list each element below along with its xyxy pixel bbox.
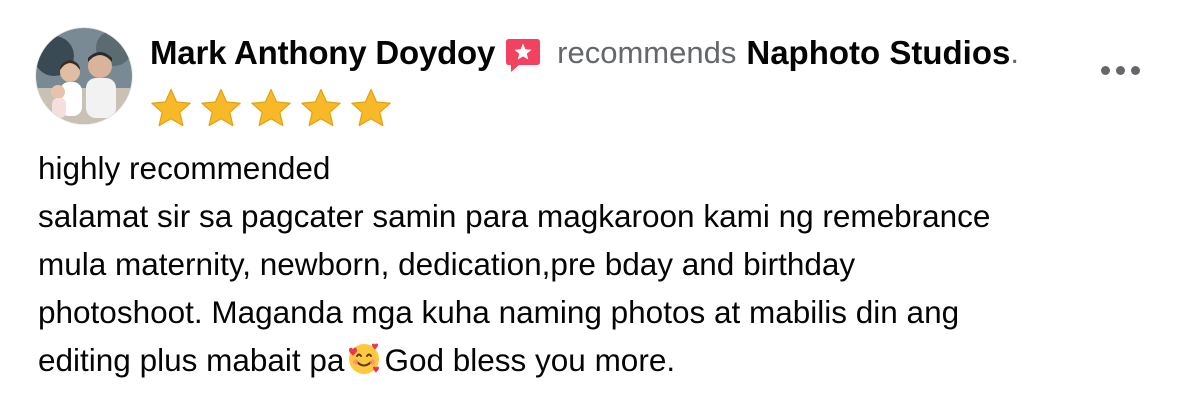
review-text-after-emoji: God bless you more. bbox=[384, 342, 676, 378]
review-line: mula maternity, newborn, dedication,pre … bbox=[38, 246, 856, 282]
review-line: photoshoot. Maganda mga kuha naming phot… bbox=[38, 294, 960, 330]
review-line-last: editing plus mabait pa God bless you mor… bbox=[38, 336, 1168, 384]
page-name-link[interactable]: Naphoto Studios bbox=[746, 34, 1010, 72]
review-card: Mark Anthony Doydoy recommends Naphoto S… bbox=[0, 0, 1200, 406]
smiling-face-with-hearts-icon bbox=[345, 340, 383, 378]
review-body: highly recommended salamat sir sa pagcat… bbox=[38, 144, 1168, 384]
avatar-photo bbox=[36, 28, 132, 124]
more-options-icon bbox=[1098, 65, 1143, 75]
star-icon bbox=[251, 88, 291, 127]
review-text-before-emoji: editing plus mabait pa bbox=[38, 342, 345, 378]
star-rating bbox=[148, 86, 394, 132]
recommend-badge-icon bbox=[503, 35, 543, 75]
star-icon bbox=[151, 88, 191, 127]
star-icon bbox=[351, 88, 391, 127]
author-name[interactable]: Mark Anthony Doydoy bbox=[150, 34, 495, 72]
star-icon bbox=[301, 88, 341, 127]
star-icon bbox=[201, 88, 241, 127]
header-period: . bbox=[1010, 35, 1019, 70]
avatar[interactable] bbox=[36, 28, 132, 124]
recommends-text: recommends bbox=[557, 35, 737, 70]
more-options-button[interactable] bbox=[1094, 52, 1146, 88]
review-line: highly recommended bbox=[38, 150, 331, 186]
review-line: salamat sir sa pagcater samin para magka… bbox=[38, 198, 991, 234]
review-header: Mark Anthony Doydoy recommends Naphoto S… bbox=[150, 28, 1019, 78]
